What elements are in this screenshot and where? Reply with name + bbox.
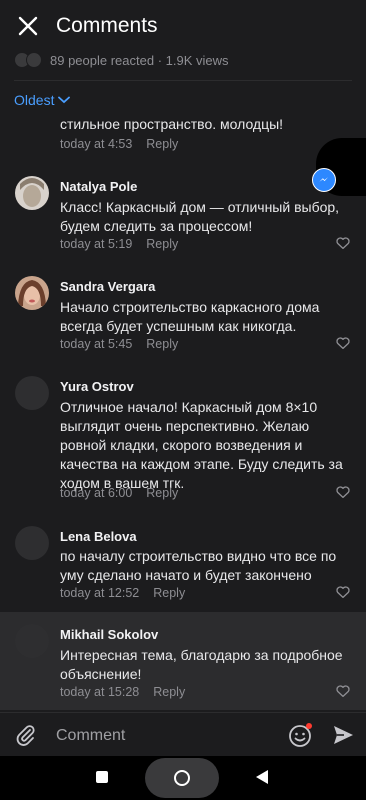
- home-button[interactable]: [145, 758, 219, 798]
- sort-label: Oldest: [14, 92, 55, 108]
- avatar[interactable]: [15, 376, 49, 410]
- comment-time: today at 15:28: [60, 685, 140, 699]
- comment-meta: today at 6:00 Reply: [60, 486, 178, 500]
- avatar[interactable]: [15, 176, 49, 210]
- comment-meta: today at 4:53 Reply: [60, 137, 178, 151]
- close-icon[interactable]: [14, 12, 42, 40]
- comment-input[interactable]: [54, 721, 278, 751]
- comment-author[interactable]: Mikhail Sokolov: [60, 627, 158, 642]
- comment-author[interactable]: Yura Ostrov: [60, 379, 134, 394]
- comment-text: Класс! Каркасный дом — отличный выбор, б…: [60, 199, 340, 234]
- comment-text: Отличное начало! Каркасный дом 8×10 выгл…: [60, 399, 343, 491]
- reactions-summary[interactable]: 89 people reacted · 1.9K views: [14, 50, 229, 70]
- reaction-icon: [26, 52, 42, 68]
- comment-text: по началу строительство видно что все по…: [60, 548, 337, 583]
- reply-button[interactable]: Reply: [146, 237, 178, 251]
- comment-time: today at 6:00: [60, 486, 133, 500]
- heart-icon[interactable]: [335, 683, 351, 699]
- comment-time: today at 12:52: [60, 586, 140, 600]
- system-navigation-bar: [0, 756, 366, 800]
- emoji-icon[interactable]: [288, 722, 314, 748]
- comment-item: Lena Belova по началу строительство видн…: [0, 522, 366, 608]
- heart-icon[interactable]: [335, 335, 351, 351]
- reply-button[interactable]: Reply: [146, 337, 178, 351]
- messenger-bolt-icon: [319, 177, 329, 182]
- heart-icon[interactable]: [335, 584, 351, 600]
- page-title: Comments: [56, 14, 158, 37]
- header-bar: Comments: [0, 0, 366, 52]
- send-icon[interactable]: [331, 723, 355, 747]
- recents-button[interactable]: [96, 771, 108, 783]
- comment-text: стильное пространство. молодцы!: [60, 116, 284, 132]
- chevron-down-icon: [58, 96, 71, 104]
- user-photo-icon: [15, 176, 49, 210]
- comment-text: Интересная тема, благодарю за подробное …: [60, 647, 343, 682]
- reply-button[interactable]: Reply: [153, 685, 185, 699]
- comment-item: стильное пространство. молодцы! today at…: [0, 112, 366, 158]
- comment-meta: today at 15:28 Reply: [60, 685, 185, 699]
- comment-composer: [0, 712, 366, 757]
- comment-item: Yura Ostrov Отличное начало! Каркасный д…: [0, 372, 366, 512]
- paperclip-icon[interactable]: [14, 723, 38, 747]
- heart-icon[interactable]: [335, 235, 351, 251]
- comment-meta: today at 12:52 Reply: [60, 586, 185, 600]
- comment-meta: today at 5:45 Reply: [60, 337, 178, 351]
- comment-time: today at 5:45: [60, 337, 133, 351]
- avatar[interactable]: [15, 526, 49, 560]
- comment-time: today at 5:19: [60, 237, 133, 251]
- comment-item: Sandra Vergara Начало строительство карк…: [0, 272, 366, 358]
- comment-text: Начало строительство каркасного дома все…: [60, 299, 320, 334]
- comment-author[interactable]: Lena Belova: [60, 529, 137, 544]
- comment-item-highlighted: Mikhail Sokolov Интересная тема, благода…: [0, 612, 366, 710]
- avatar[interactable]: [15, 624, 49, 658]
- comment-author[interactable]: Sandra Vergara: [60, 279, 155, 294]
- comment-time: today at 4:53: [60, 137, 133, 151]
- reply-button[interactable]: Reply: [146, 137, 178, 151]
- avatar[interactable]: [15, 276, 49, 310]
- reply-button[interactable]: Reply: [153, 586, 185, 600]
- messenger-icon[interactable]: [312, 168, 336, 192]
- divider: [14, 80, 352, 81]
- back-button[interactable]: [256, 770, 268, 784]
- comment-item: Natalya Pole Класс! Каркасный дом — отли…: [0, 172, 366, 258]
- reply-button[interactable]: Reply: [146, 486, 178, 500]
- user-photo-icon: [15, 276, 49, 310]
- heart-icon[interactable]: [335, 484, 351, 500]
- sort-dropdown[interactable]: Oldest: [14, 92, 71, 108]
- comment-meta: today at 5:19 Reply: [60, 237, 178, 251]
- reactions-count-text: 89 people reacted · 1.9K views: [50, 52, 229, 68]
- comment-author[interactable]: Natalya Pole: [60, 179, 137, 194]
